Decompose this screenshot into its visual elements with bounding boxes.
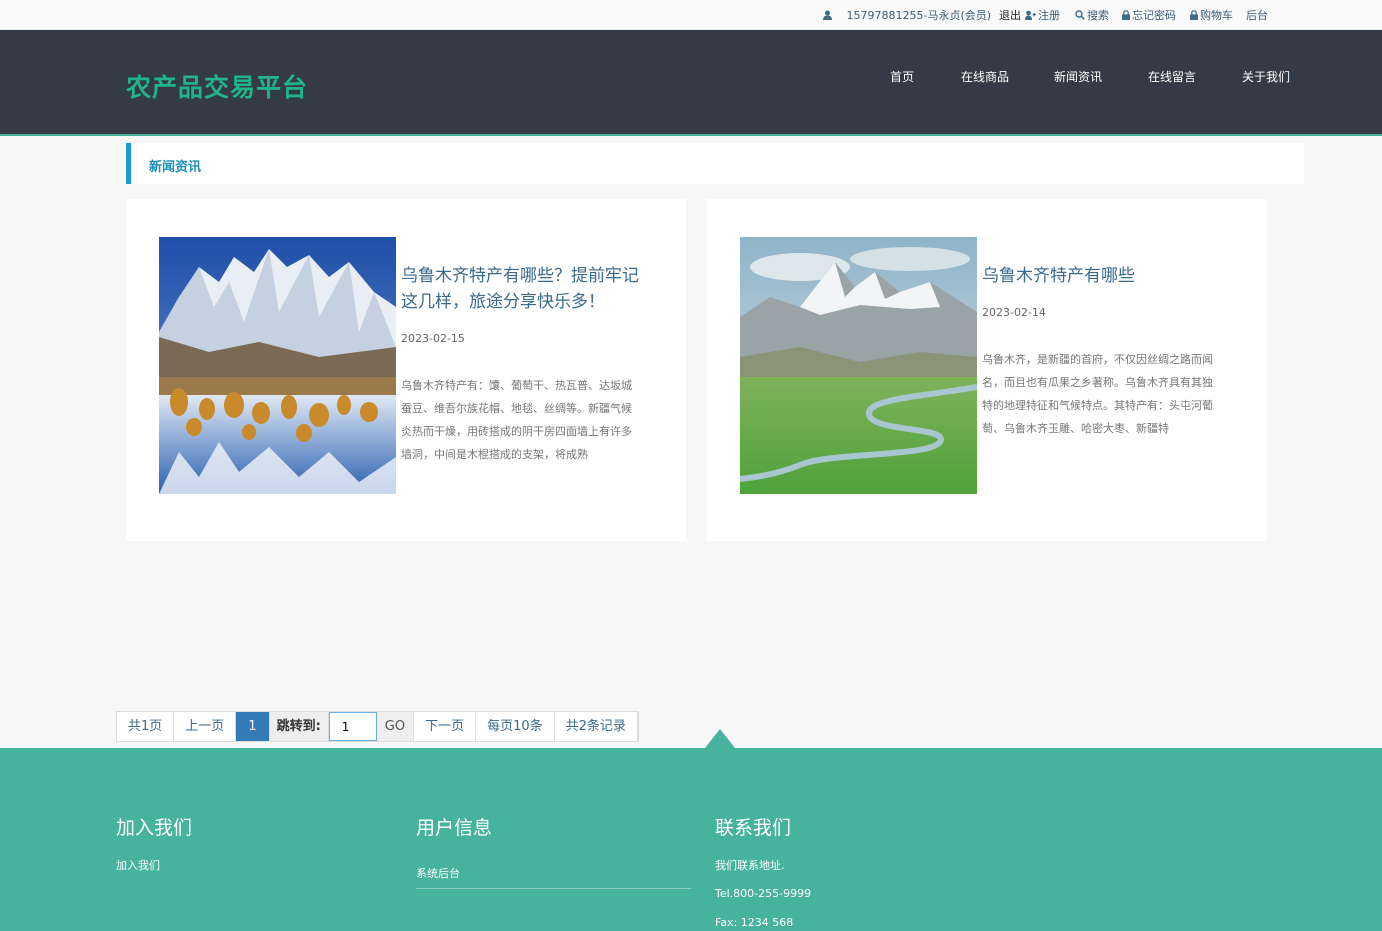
user-plus-icon <box>1025 10 1036 20</box>
search-link[interactable]: 搜索 <box>1075 7 1109 23</box>
next-page-button[interactable]: 下一页 <box>414 712 477 741</box>
site-header: 农产品交易平台 首页 在线商品 新闻资讯 在线留言 关于我们 <box>0 30 1382 136</box>
cart-link[interactable]: 购物车 <box>1190 7 1233 23</box>
total-pages: 共1页 <box>117 712 175 741</box>
register-link[interactable]: 注册 <box>1025 7 1060 23</box>
lock-icon <box>1190 10 1198 20</box>
nav-about[interactable]: 关于我们 <box>1242 68 1290 85</box>
nav-products[interactable]: 在线商品 <box>961 68 1009 85</box>
nav-home[interactable]: 首页 <box>890 68 914 85</box>
footer-divider <box>416 888 691 889</box>
footer-tel: Tel.800-255-9999 <box>715 887 812 900</box>
forgot-password-label: 忘记密码 <box>1132 9 1176 22</box>
search-label: 搜索 <box>1087 9 1109 22</box>
news-date: 2023-02-14 <box>982 306 1046 319</box>
news-title[interactable]: 乌鲁木齐特产有哪些 <box>982 263 1222 289</box>
go-button[interactable]: GO <box>376 712 415 741</box>
footer-join-heading: 加入我们 <box>116 817 193 839</box>
logout-link[interactable]: 退出 <box>999 7 1021 23</box>
footer-user-heading: 用户信息 <box>416 817 493 839</box>
search-icon <box>1075 10 1085 20</box>
footer-contact-heading: 联系我们 <box>715 817 792 839</box>
news-date: 2023-02-15 <box>401 332 465 345</box>
site-footer: 加入我们 加入我们 用户信息 系统后台 联系我们 我们联系地址. Tel.800… <box>0 748 1382 931</box>
news-card[interactable]: 乌鲁木齐特产有哪些？提前牢记这几样，旅途分享快乐多！ 2023-02-15 乌鲁… <box>126 199 686 541</box>
cart-label: 购物车 <box>1200 9 1233 22</box>
lock-icon <box>1122 10 1130 20</box>
total-records: 共2条记录 <box>555 712 638 741</box>
jump-label: 跳转到: <box>269 712 329 741</box>
register-label: 注册 <box>1038 9 1060 22</box>
news-excerpt: 乌鲁木齐，是新疆的首府，不仅因丝绸之路而闻名，而且也有瓜果之乡著称。乌鲁木齐具有… <box>982 353 1213 435</box>
user-info[interactable]: 15797881255-马永贞(会员) <box>823 7 991 23</box>
mountain-lake-image <box>159 237 396 494</box>
nav-messages[interactable]: 在线留言 <box>1148 68 1196 85</box>
section-title: 新闻资讯 <box>149 160 202 175</box>
footer-fax: Fax: 1234 568 <box>715 916 794 929</box>
jump-page-input[interactable] <box>328 712 377 741</box>
grassland-river-image <box>740 237 977 494</box>
pagination: 共1页 上一页 1 跳转到: GO 下一页 每页10条 共2条记录 <box>116 711 639 742</box>
current-page-button[interactable]: 1 <box>236 712 270 741</box>
user-name-label: 15797881255-马永贞(会员) <box>846 9 992 22</box>
footer-notch <box>705 729 735 748</box>
user-icon <box>823 10 832 20</box>
admin-link[interactable]: 后台 <box>1246 7 1268 23</box>
section-header: 新闻资讯 <box>126 143 1304 184</box>
news-title[interactable]: 乌鲁木齐特产有哪些？提前牢记这几样，旅途分享快乐多！ <box>401 263 641 315</box>
footer-join-link[interactable]: 加入我们 <box>116 857 160 873</box>
prev-page-button[interactable]: 上一页 <box>174 712 237 741</box>
forgot-password-link[interactable]: 忘记密码 <box>1122 7 1176 23</box>
top-bar: 15797881255-马永贞(会员) 退出 注册 搜索 忘记密码 购物车 后台 <box>0 0 1382 30</box>
jump-box <box>328 712 377 741</box>
per-page-label: 每页10条 <box>476 712 555 741</box>
footer-admin-link[interactable]: 系统后台 <box>416 865 460 881</box>
site-logo[interactable]: 农产品交易平台 <box>126 68 308 104</box>
news-thumbnail[interactable] <box>159 237 396 494</box>
nav-news[interactable]: 新闻资讯 <box>1054 68 1102 85</box>
news-card[interactable]: 乌鲁木齐特产有哪些 2023-02-14 乌鲁木齐，是新疆的首府，不仅因丝绸之路… <box>707 199 1267 541</box>
footer-address: 我们联系地址. <box>715 859 785 872</box>
news-thumbnail[interactable] <box>740 237 977 494</box>
news-excerpt: 乌鲁木齐特产有：馕、葡萄干、热瓦普、达坂城蚕豆、维吾尔族花帽、地毯、丝绸等。新疆… <box>401 379 632 461</box>
